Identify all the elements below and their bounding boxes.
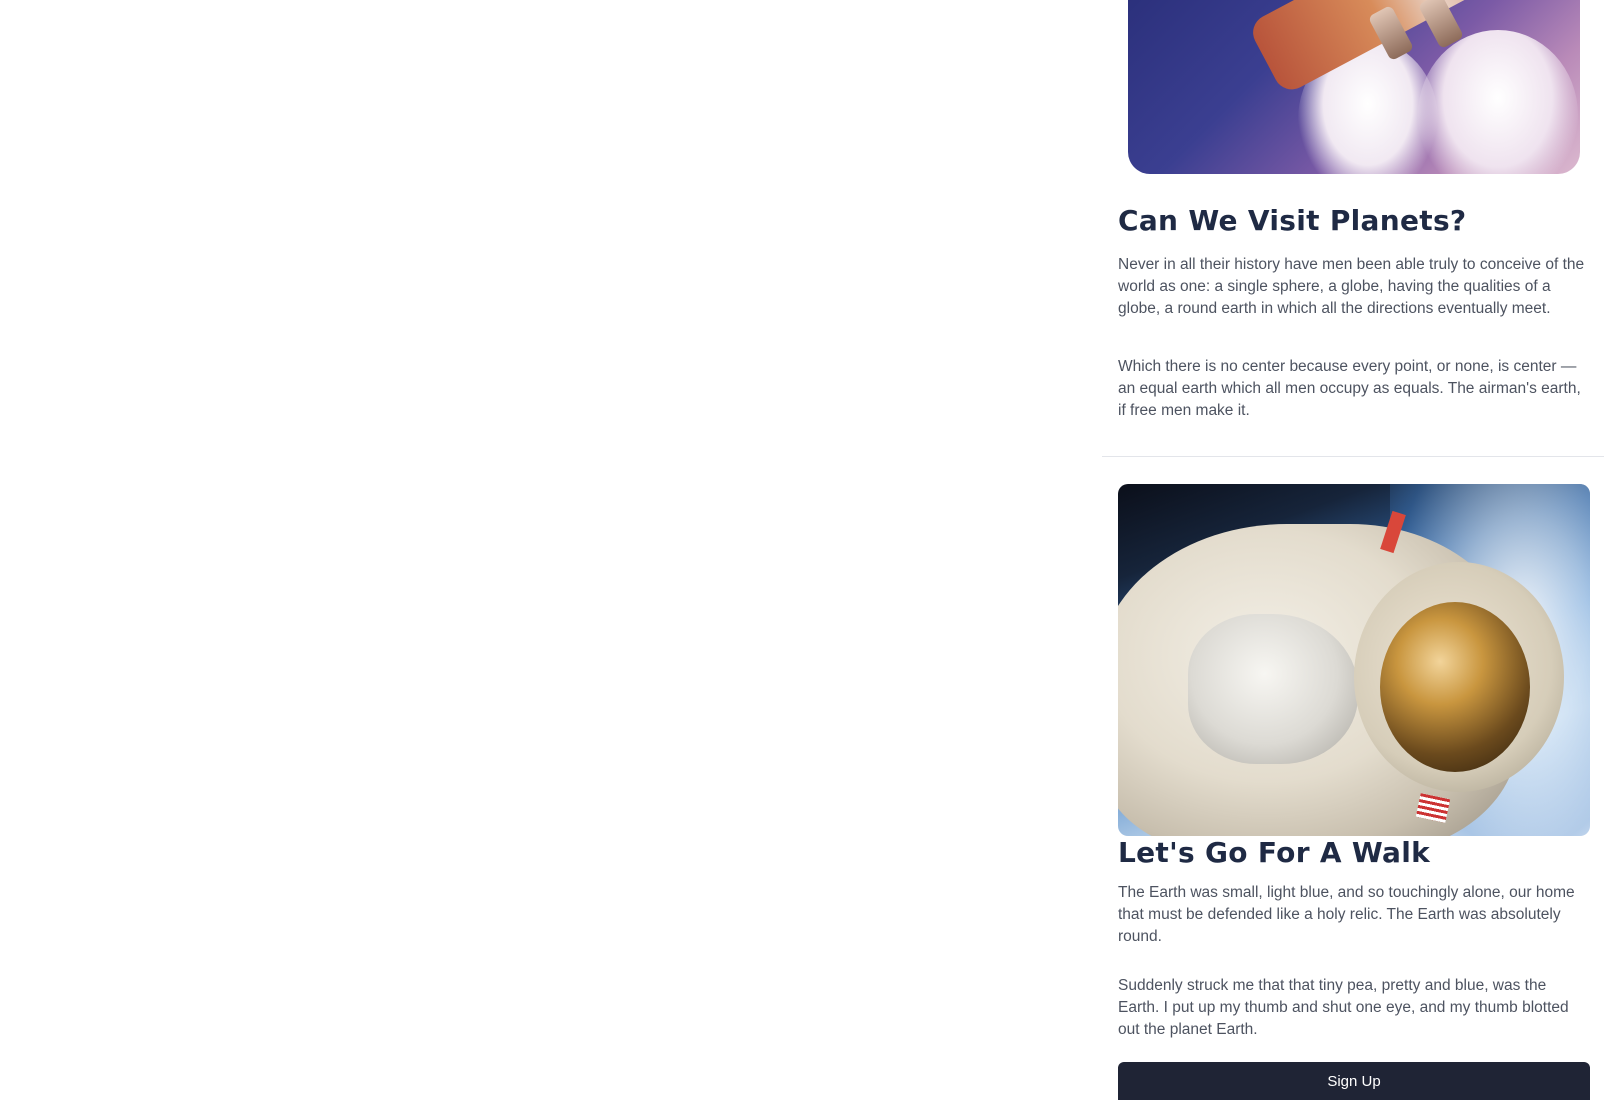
rocket-launch-image [1128,0,1580,174]
section-paragraph: Never in all their history have men been… [1118,256,1585,317]
section-title-go-for-walk: Let's Go For A Walk [1118,836,1431,869]
exhaust-plume [1418,30,1578,174]
section-paragraph: The Earth was small, light blue, and so … [1118,884,1575,945]
sign-up-button[interactable]: Sign Up [1118,1062,1590,1100]
helmet-visor [1380,602,1530,772]
section-divider [1102,456,1604,457]
page: Can We Visit Planets? Never in all their… [0,0,1608,1100]
section-paragraph: Suddenly struck me that that tiny pea, p… [1118,977,1569,1038]
section-title-visit-planets: Can We Visit Planets? [1118,204,1467,237]
content-column: Can We Visit Planets? Never in all their… [1102,0,1604,1100]
astronaut-glove [1188,614,1358,764]
astronaut-spacewalk-image [1118,484,1590,836]
section-paragraph: Which there is no center because every p… [1118,358,1581,419]
